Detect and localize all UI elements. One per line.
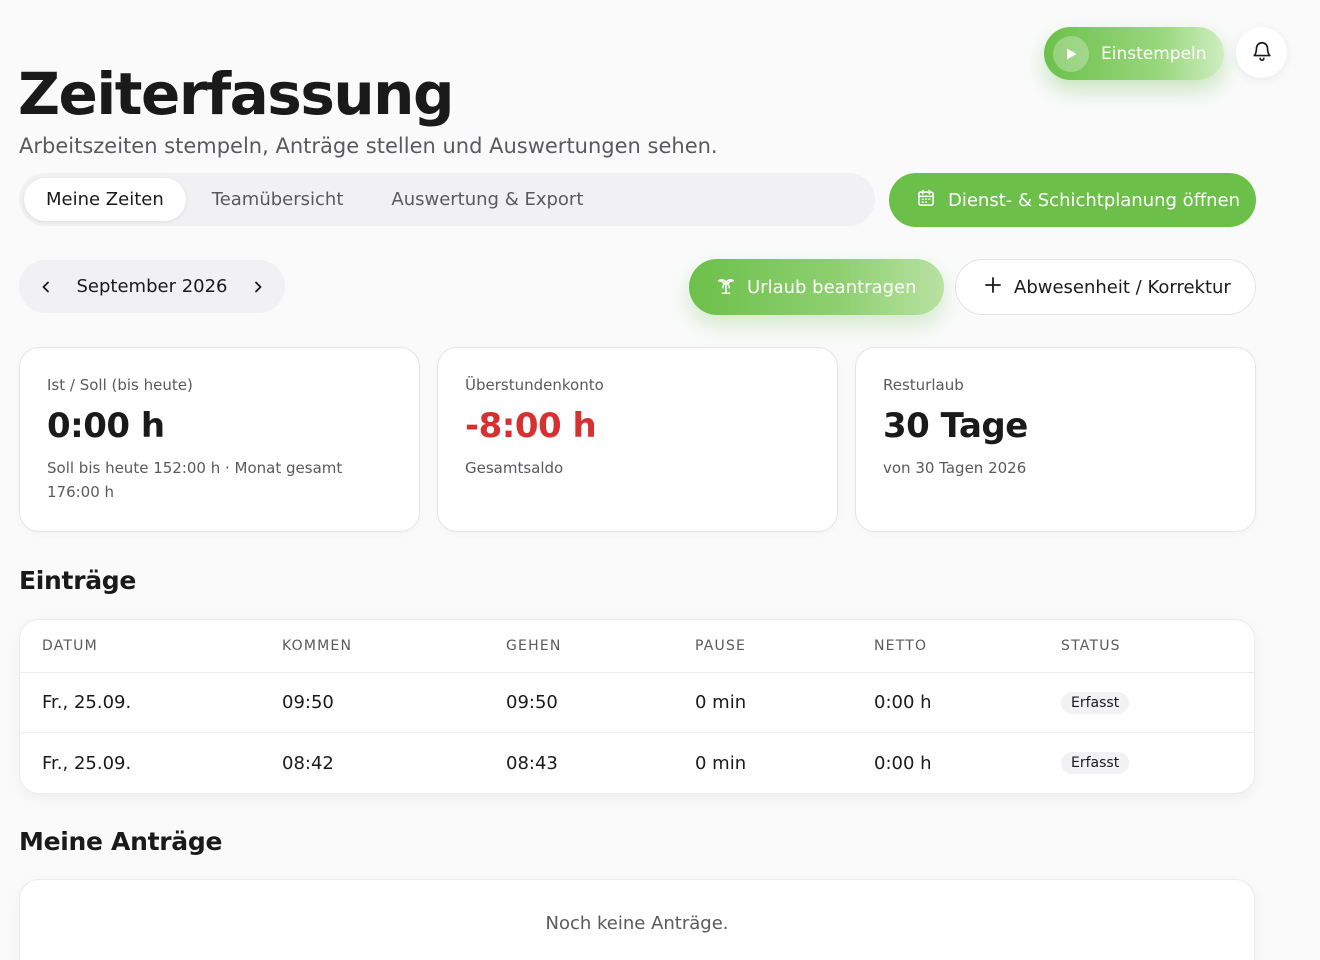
open-shift-planning-button[interactable]: Dienst- & Schichtplanung öffnen <box>889 173 1256 227</box>
plus-icon <box>984 276 1002 299</box>
absence-correction-label: Abwesenheit / Korrektur <box>1014 276 1231 298</box>
entries-table: DATUM KOMMEN GEHEN PAUSE NETTO STATUS Fr… <box>19 619 1255 794</box>
notifications-button[interactable] <box>1236 27 1287 78</box>
table-row[interactable]: Fr., 25.09. 09:50 09:50 0 min 0:00 h Erf… <box>20 673 1254 733</box>
status-badge: Erfasst <box>1061 691 1130 714</box>
tab-team-overview[interactable]: Teamübersicht <box>190 178 366 221</box>
stat-note: Soll bis heute 152:00 h · Monat gesamt 1… <box>47 459 343 501</box>
tab-my-times[interactable]: Meine Zeiten <box>24 178 186 221</box>
requests-list: Noch keine Anträge. <box>19 879 1255 960</box>
calendar-icon <box>916 188 936 213</box>
stat-value: -8:00 h <box>465 406 597 446</box>
palm-tree-icon <box>715 274 737 301</box>
stat-note: Gesamtsaldo <box>465 459 564 477</box>
cell-pause: 0 min <box>695 752 747 774</box>
cell-net: 0:00 h <box>874 752 932 774</box>
bell-icon <box>1251 40 1273 66</box>
month-switcher: September 2026 <box>19 260 285 313</box>
stat-card-remaining-vacation: Resturlaub 30 Tage von 30 Tagen 2026 <box>855 347 1256 532</box>
chevron-left-icon[interactable] <box>33 274 59 300</box>
requests-title: Meine Anträge <box>19 827 223 856</box>
column-header-pause: PAUSE <box>695 638 747 654</box>
clock-in-button[interactable]: Einstempeln <box>1044 27 1224 80</box>
cell-pause: 0 min <box>695 692 747 713</box>
cell-in: 08:42 <box>282 752 334 774</box>
clock-in-label: Einstempeln <box>1101 43 1207 64</box>
stat-card-overtime: Überstundenkonto -8:00 h Gesamtsaldo <box>437 347 838 532</box>
table-row[interactable]: Fr., 25.09. 08:42 08:43 0 min 0:00 h Erf… <box>20 733 1254 793</box>
column-header-in: KOMMEN <box>282 638 353 654</box>
stat-label: Resturlaub <box>883 376 964 394</box>
stat-label: Ist / Soll (bis heute) <box>47 376 193 394</box>
stat-card-actual-target: Ist / Soll (bis heute) 0:00 h Soll bis h… <box>19 347 420 532</box>
stat-value: 30 Tage <box>883 406 1028 446</box>
cell-in: 09:50 <box>282 692 334 713</box>
absence-correction-button[interactable]: Abwesenheit / Korrektur <box>955 259 1256 315</box>
cell-date: Fr., 25.09. <box>42 692 132 713</box>
tab-bar: Meine Zeiten Teamübersicht Auswertung & … <box>19 173 875 226</box>
status-badge: Erfasst <box>1061 752 1130 774</box>
request-vacation-button[interactable]: Urlaub beantragen <box>689 259 944 315</box>
table-header-row: DATUM KOMMEN GEHEN PAUSE NETTO STATUS <box>20 620 1254 673</box>
chevron-right-icon[interactable] <box>245 274 271 300</box>
cell-date: Fr., 25.09. <box>42 752 132 774</box>
tab-evaluation-export[interactable]: Auswertung & Export <box>369 178 605 221</box>
column-header-net: NETTO <box>874 638 928 654</box>
page-title: Zeiterfassung <box>18 60 454 128</box>
column-header-date: DATUM <box>42 638 98 654</box>
cell-out: 09:50 <box>506 692 558 713</box>
request-vacation-label: Urlaub beantragen <box>747 276 917 298</box>
cell-net: 0:00 h <box>874 692 932 713</box>
play-icon <box>1053 35 1089 72</box>
month-label: September 2026 <box>76 276 228 297</box>
column-header-status: STATUS <box>1061 638 1121 654</box>
cell-out: 08:43 <box>506 752 558 774</box>
stat-value: 0:00 h <box>47 406 165 446</box>
open-shift-planning-label: Dienst- & Schichtplanung öffnen <box>948 189 1240 211</box>
column-header-out: GEHEN <box>506 638 562 654</box>
requests-empty-text: Noch keine Anträge. <box>545 913 729 934</box>
stat-label: Überstundenkonto <box>465 376 604 394</box>
page-subtitle: Arbeitszeiten stempeln, Anträge stellen … <box>19 134 718 158</box>
stat-note: von 30 Tagen 2026 <box>883 459 1027 477</box>
entries-title: Einträge <box>19 566 137 595</box>
